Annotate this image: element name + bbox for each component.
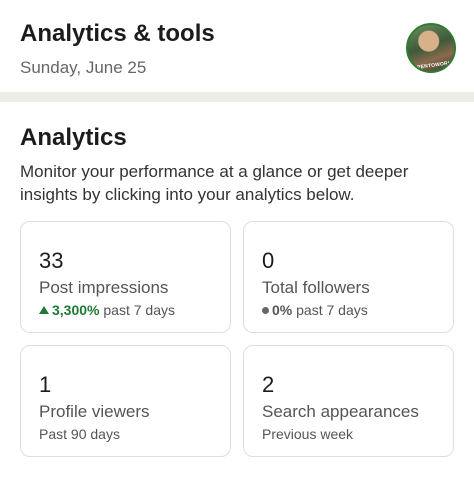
trend-period: past 7 days [103, 302, 175, 318]
metric-period: Previous week [262, 426, 354, 442]
avatar[interactable]: #OPENTOWORK [406, 23, 456, 73]
metric-trend: 3,300% past 7 days [39, 302, 175, 318]
profile-viewers-card[interactable]: 1 Profile viewers Past 90 days [20, 345, 231, 457]
analytics-section: Analytics Monitor your performance at a … [0, 102, 474, 479]
trend-change: 0% [272, 302, 293, 318]
metric-value: 0 [262, 248, 275, 273]
page-header: Analytics & tools Sunday, June 25 #OPENT… [0, 0, 474, 92]
trend-change: 3,300% [52, 302, 100, 318]
current-date: Sunday, June 25 [20, 58, 147, 77]
total-followers-card[interactable]: 0 Total followers 0% past 7 days [243, 221, 454, 333]
analytics-title: Analytics [20, 124, 127, 151]
metric-trend: 0% past 7 days [262, 302, 368, 318]
open-to-work-badge: #OPENTOWORK [409, 60, 453, 72]
trend-period: past 7 days [296, 302, 368, 318]
trend-up-icon [39, 306, 49, 314]
metric-value: 1 [39, 372, 52, 397]
metric-value: 2 [262, 372, 275, 397]
metric-label: Post impressions [39, 278, 169, 297]
metric-value: 33 [39, 248, 64, 273]
post-impressions-card[interactable]: 33 Post impressions 3,300% past 7 days [20, 221, 231, 333]
metric-label: Search appearances [262, 402, 419, 421]
analytics-description: Monitor your performance at a glance or … [20, 162, 409, 204]
metric-label: Profile viewers [39, 402, 150, 421]
page-title: Analytics & tools [20, 20, 215, 47]
search-appearances-card[interactable]: 2 Search appearances Previous week [243, 345, 454, 457]
section-divider [0, 92, 474, 102]
trend-neutral-icon [262, 307, 269, 314]
metric-period: Past 90 days [39, 426, 120, 442]
metric-label: Total followers [262, 278, 370, 297]
